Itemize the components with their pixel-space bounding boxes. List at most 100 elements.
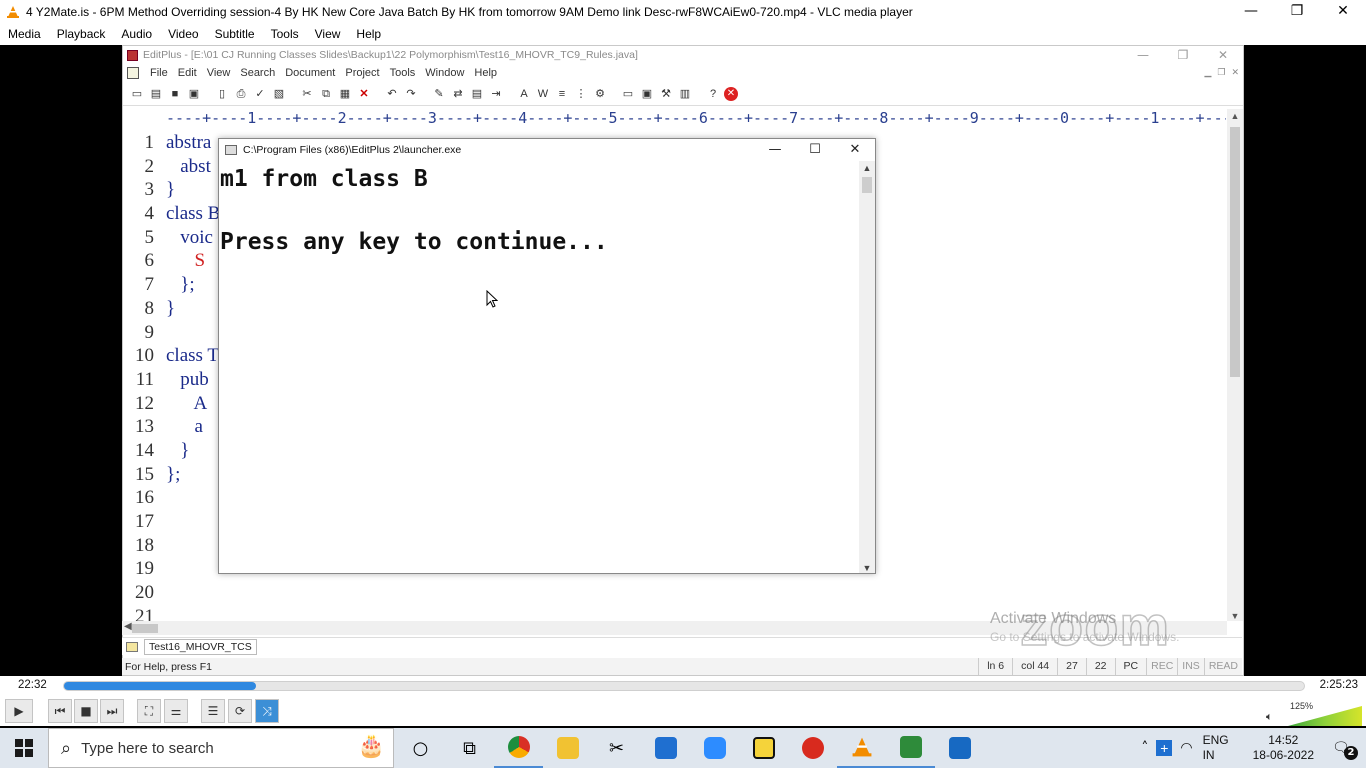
replace-icon: ⇄	[453, 87, 463, 100]
editplus-title-bar: EditPlus - [E:\01 CJ Running Classes Sli…	[123, 46, 1243, 64]
next-button[interactable]: ⏭	[100, 699, 124, 723]
extended-settings-button[interactable]: ⚌	[164, 699, 188, 723]
record-icon[interactable]	[788, 728, 837, 768]
spell-check-icon: ✓	[255, 87, 265, 100]
zoom-icon[interactable]	[690, 728, 739, 768]
copy-icon: ⧉	[322, 87, 330, 100]
sticky-notes-icon[interactable]	[739, 728, 788, 768]
document-icon	[127, 67, 139, 79]
stop-button[interactable]: ■	[74, 699, 98, 723]
cut-icon: ✂	[302, 87, 312, 100]
save-icon: ■	[171, 87, 179, 100]
status-line: ln 6	[978, 658, 1012, 675]
line-number-gutter: 123 456 789 10 11 12 13 14 15 16 17 18 19 20 21	[135, 132, 154, 625]
minimize-button[interactable]: —	[1228, 0, 1274, 23]
menu-subtitle[interactable]: Subtitle	[207, 27, 263, 41]
loop-button[interactable]: ⟳	[228, 699, 252, 723]
cortana-icon[interactable]: ○	[396, 728, 445, 768]
notification-icon[interactable]: 🗨︎ 2	[1332, 740, 1358, 760]
mouse-pointer-icon	[486, 290, 498, 308]
redo-icon: ↷	[406, 87, 416, 100]
window-1-icon: ▭	[622, 87, 634, 100]
status-help-text: For Help, press F1	[125, 660, 212, 673]
help-icon: ?	[709, 87, 717, 100]
editplus-menu-bar: File Edit View Search Document Project T…	[123, 64, 1243, 82]
console-minimize-icon: —	[768, 142, 782, 157]
ep-menu-search: Search	[240, 67, 276, 79]
ep-menu-help: Help	[474, 67, 498, 79]
chrome-icon[interactable]	[494, 728, 543, 768]
fullscreen-button[interactable]: ⛶	[137, 699, 161, 723]
menu-playback[interactable]: Playback	[49, 27, 114, 41]
elapsed-time: 22:32	[18, 679, 47, 691]
editplus-restore-icon: ❐	[1177, 48, 1189, 62]
add-icon[interactable]: +	[1156, 740, 1173, 756]
language-indicator[interactable]: ENG IN	[1203, 733, 1229, 763]
playlist-button[interactable]: ☰	[201, 699, 225, 723]
settings-icon: ⚙	[595, 87, 605, 100]
console-window: C:\Program Files (x86)\EditPlus 2\launch…	[218, 138, 876, 574]
font-icon: A	[520, 87, 528, 100]
editplus-status-bar: For Help, press F1 ln 6 col 44 27 22 PC …	[122, 658, 1242, 675]
vlc-controls: ▶ ⏮ ■ ⏭ ⛶ ⚌ ☰ ⟳ ⤨	[0, 696, 1366, 726]
seek-slider[interactable]	[63, 681, 1305, 691]
menu-help[interactable]: Help	[348, 27, 389, 41]
menu-view[interactable]: View	[307, 27, 349, 41]
stop-icon: ✕	[724, 86, 738, 101]
status-rec: REC	[1146, 658, 1177, 675]
status-number: 22	[1085, 658, 1115, 675]
console-close-icon: ✕	[849, 142, 861, 157]
previous-button[interactable]: ⏮	[48, 699, 72, 723]
file-explorer-icon[interactable]	[543, 728, 592, 768]
speaker-icon: 🔈︎	[1266, 711, 1273, 723]
line-number-icon: ⋮	[575, 87, 587, 100]
menu-media[interactable]: Media	[0, 27, 49, 41]
scroll-left-icon: ◀	[124, 621, 132, 632]
status-column: col 44	[1012, 658, 1057, 675]
start-button[interactable]	[0, 728, 48, 768]
play-button[interactable]: ▶	[5, 699, 33, 723]
store-icon[interactable]	[641, 728, 690, 768]
open-folder-icon: ▤	[150, 87, 162, 100]
delete-icon: ✕	[359, 87, 369, 100]
taskbar-search-box[interactable]: ⌕ Type here to search 🎂	[48, 728, 394, 768]
total-time: 2:25:23	[1319, 679, 1358, 691]
ep-menu-file: File	[150, 67, 168, 79]
editplus-taskbar-icon[interactable]	[886, 728, 935, 768]
volume-percent: 125%	[1290, 701, 1314, 711]
editplus-minimize-icon: —	[1137, 48, 1149, 62]
maximize-button[interactable]: ❐	[1274, 0, 1320, 23]
photos-icon[interactable]	[935, 728, 984, 768]
editor-vertical-scrollbar: ▲ ▼	[1227, 109, 1243, 621]
paste-icon: ▦	[339, 87, 351, 100]
show-hidden-icons-icon[interactable]: ˄	[1141, 740, 1148, 756]
ep-menu-view: View	[206, 67, 231, 79]
shuffle-button[interactable]: ⤨	[255, 699, 279, 723]
snipping-tool-icon[interactable]: ✂	[592, 728, 641, 768]
console-scroll-down-icon: ▼	[862, 563, 872, 573]
status-total-lines: 27	[1057, 658, 1086, 675]
cliptext-icon: ▥	[679, 87, 691, 100]
vlc-taskbar-icon[interactable]	[837, 728, 886, 768]
browser-icon: ▧	[273, 87, 285, 100]
menu-video[interactable]: Video	[160, 27, 206, 41]
vlc-cone-icon	[6, 5, 20, 19]
console-output: m1 from class B Press any key to continu…	[219, 161, 860, 573]
new-file-icon: ▭	[131, 87, 143, 100]
find-in-files-icon: ▤	[471, 87, 483, 100]
console-title: C:\Program Files (x86)\EditPlus 2\launch…	[243, 144, 462, 156]
network-icon[interactable]: ◠	[1180, 740, 1192, 756]
vlc-title-bar: 4 Y2Mate.is - 6PM Method Overriding sess…	[0, 0, 1366, 23]
seek-progress-fill	[64, 682, 257, 690]
taskbar-clock[interactable]: 14:52 18-06-2022	[1253, 733, 1314, 763]
close-button[interactable]: ✕	[1320, 0, 1366, 23]
status-ins: INS	[1177, 658, 1204, 675]
undo-icon: ↶	[387, 87, 397, 100]
ep-menu-document: Document	[285, 67, 336, 79]
scroll-up-icon: ▲	[1230, 111, 1240, 121]
ep-menu-tools: Tools	[389, 67, 416, 79]
menu-audio[interactable]: Audio	[113, 27, 160, 41]
task-view-icon[interactable]: ⧉	[445, 728, 494, 768]
menu-tools[interactable]: Tools	[263, 27, 307, 41]
ruler-icon: ≡	[558, 87, 566, 100]
